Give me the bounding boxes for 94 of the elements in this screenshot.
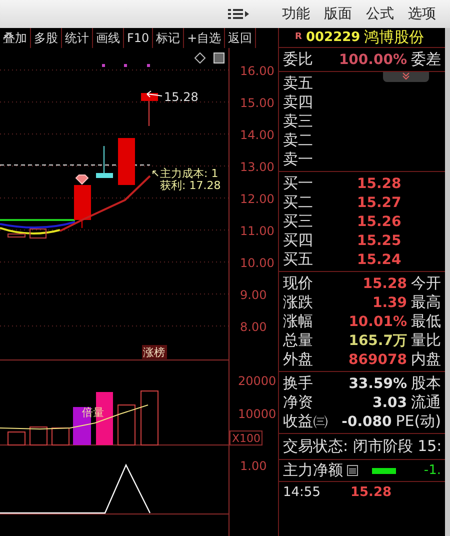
axis-label: 11.00 (240, 224, 274, 238)
row-label: 最低 (411, 314, 441, 329)
limit-up-tag: 涨榜 (142, 345, 167, 359)
row-label: 净资 (283, 395, 314, 410)
volume-bar (140, 390, 158, 446)
volume-bar (30, 426, 48, 446)
row-label: 委差 (411, 52, 441, 67)
collapse-button[interactable] (383, 72, 429, 82)
row-label: 卖二 (283, 133, 313, 148)
arrow-icon (152, 170, 158, 176)
list-icon[interactable] (347, 465, 358, 476)
axis-label: 10.00 (240, 256, 274, 270)
trading-status: 交易状态: 闭市阶段 15: (283, 439, 442, 454)
stock-name: 鸿博股份 (364, 30, 424, 45)
candlestick (96, 146, 113, 178)
row-label: 卖四 (283, 95, 313, 110)
axis-label: 1.00 (240, 459, 267, 473)
axis-label: 10000 (238, 407, 276, 421)
volume-bar (52, 428, 70, 446)
row-label: 卖一 (283, 152, 313, 167)
arrow-icon (146, 90, 162, 98)
row-value: 100.00% (338, 52, 408, 66)
row-value: -1. (422, 464, 441, 477)
row-label: 流通 (411, 395, 441, 410)
row-value: 15.28 (357, 176, 402, 190)
tick-price: 15.28 (350, 486, 392, 498)
row-label: 外盘 (283, 352, 314, 367)
diamond-icon[interactable] (194, 52, 206, 64)
row-value: 15.24 (357, 252, 402, 266)
axis-label: 16.00 (240, 64, 274, 78)
row-value: 33.59% (348, 376, 408, 390)
toolbar-button[interactable]: 标记 (153, 28, 184, 48)
candlestick (118, 138, 135, 185)
row-label: 最高 (411, 295, 441, 310)
axis-label: 8.00 (240, 320, 267, 334)
row-label: 收益㈢ (283, 414, 329, 429)
volume-bar (8, 432, 26, 446)
row-label: 委比 (283, 52, 314, 67)
menu-item[interactable]: 版面 (324, 7, 352, 21)
cost-label: 主力成本: 1 (160, 167, 218, 180)
row-value: 3.03 (371, 396, 408, 410)
row-label: 买四 (283, 233, 314, 248)
row-value: 15.28 (362, 276, 408, 290)
row-value: 10.01% (348, 314, 408, 328)
row-label: 买三 (283, 214, 314, 229)
menu-icon[interactable] (228, 8, 250, 20)
row-value: -0.080 (342, 414, 393, 428)
row-label: 涨幅 (283, 314, 314, 329)
axis-label: 20000 (238, 374, 276, 388)
menu-item[interactable]: 功能 (282, 7, 310, 21)
row-value: 1.39 (371, 296, 408, 310)
window-icon[interactable] (214, 52, 224, 64)
net-flow-bar (372, 468, 396, 474)
unit-label: X100 (230, 430, 262, 446)
row-label: 股本 (411, 376, 441, 391)
row-value: 15.26 (357, 214, 402, 228)
axis-label: 13.00 (240, 160, 274, 174)
toolbar-button[interactable]: 返回 (225, 28, 256, 48)
candlestick (141, 93, 158, 126)
toolbar-button[interactable]: 统计 (62, 28, 93, 48)
row-label: 今开 (411, 276, 441, 291)
toolbar-button[interactable]: 叠加 (0, 28, 31, 48)
row-value: 15.27 (357, 196, 402, 210)
axis-label: 9.00 (240, 288, 267, 302)
row-value: 869078 (348, 352, 408, 366)
candlestick (74, 184, 91, 228)
row-label: 量比 (411, 333, 441, 348)
volume-bar (118, 404, 136, 446)
row-label: 卖三 (283, 114, 313, 129)
row-label: 涨跌 (283, 295, 314, 310)
axis-label: 12.00 (240, 192, 274, 206)
row-label: 总量 (283, 333, 314, 348)
row-label: 买五 (283, 252, 314, 267)
candlestick (8, 228, 46, 238)
row-label: 换手 (283, 376, 314, 391)
row-label: 主力净额 (283, 463, 343, 478)
row-label: 买一 (283, 176, 314, 191)
status-label: R (295, 33, 302, 42)
row-label: 卖五 (283, 76, 313, 91)
profit-label: 获利: 17.28 (160, 179, 221, 192)
menu-item[interactable]: 公式 (366, 7, 394, 21)
chevron-icon (402, 72, 410, 80)
axis-label: 15.00 (240, 96, 274, 110)
row-label: PE(动) (396, 414, 441, 429)
price-label: 15.28 (164, 90, 198, 104)
row-value: 15.25 (357, 234, 402, 248)
row-label: 现价 (283, 276, 314, 291)
row-label: 内盘 (411, 352, 441, 367)
row-value: 165.7万 (348, 334, 408, 348)
row-label: 买二 (283, 195, 314, 210)
axis-label: 14.00 (240, 128, 274, 142)
stock-code: 002229 (306, 31, 360, 44)
tick-time: 14:55 (283, 486, 320, 498)
menu-item[interactable]: 选项 (408, 7, 436, 21)
